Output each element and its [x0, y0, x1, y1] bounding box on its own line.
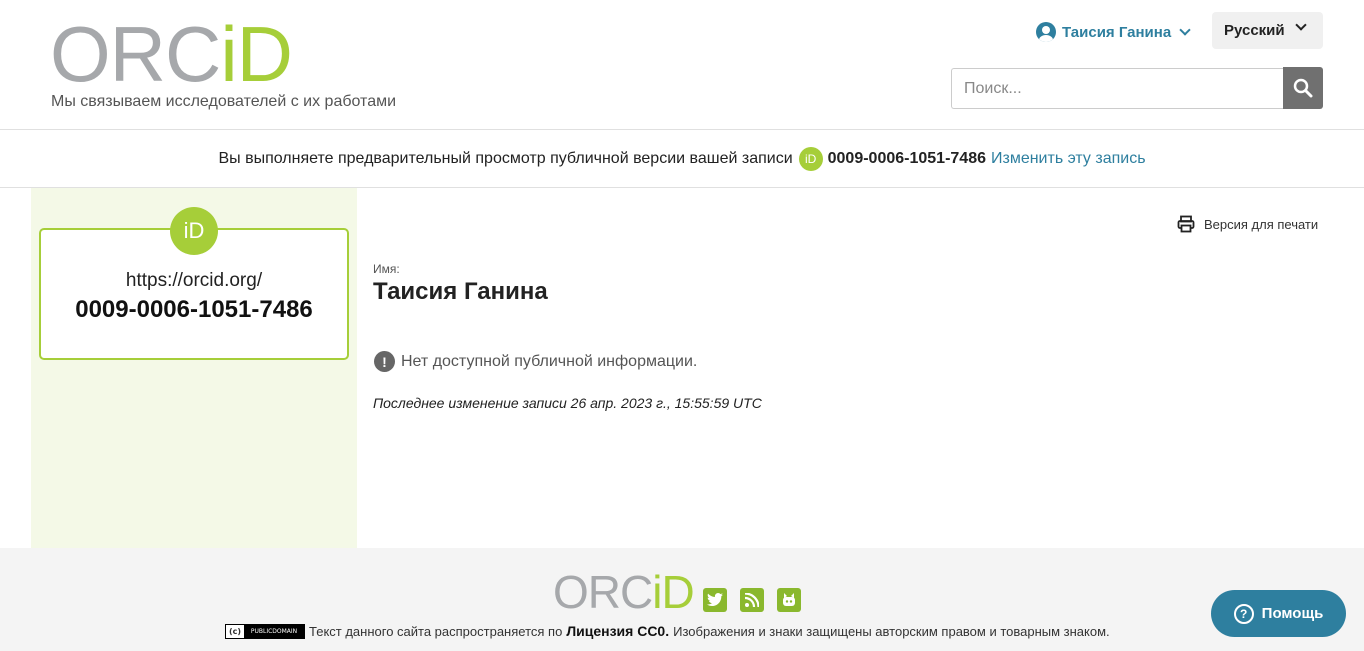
site-tagline: Мы связываем исследователей с их работам… — [51, 93, 397, 110]
preview-banner: Вы выполняете предварительный просмотр п… — [0, 131, 1364, 188]
chevron-down-icon — [1179, 24, 1191, 36]
help-label: Помощь — [1261, 605, 1324, 622]
language-value: Русский — [1224, 22, 1285, 39]
chevron-down-icon — [1295, 19, 1307, 31]
banner-orcid-id: 0009-0006-1051-7486 — [827, 150, 986, 167]
github-icon[interactable] — [777, 588, 801, 612]
footer-logo-id: iD — [652, 566, 694, 618]
user-name: Таисия Ганина — [1062, 23, 1172, 41]
cc0-label: PUBLICDOMAIN — [244, 624, 304, 638]
twitter-icon[interactable] — [703, 588, 727, 612]
cc0-glyph: (c) — [228, 626, 242, 636]
user-menu[interactable]: Таисия Ганина — [1036, 20, 1191, 44]
search-button[interactable] — [1283, 67, 1323, 109]
language-select[interactable]: Русский — [1212, 12, 1323, 49]
orcid-url: https://orcid.org/ — [125, 270, 263, 291]
license-prefix: Текст данного сайта распространяется по — [309, 623, 563, 639]
exclamation-icon: ! — [374, 351, 395, 372]
banner-text: Вы выполняете предварительный просмотр п… — [218, 150, 793, 167]
footer-orcid-logo[interactable]: ORCiD — [553, 569, 695, 615]
search-input[interactable] — [951, 68, 1284, 109]
site-footer: ORCiD (c) PUBLICDOMAIN Текст данного сай… — [0, 548, 1364, 651]
license-suffix: Изображения и знаки защищены авторским п… — [673, 623, 1110, 639]
search-icon — [1293, 78, 1313, 98]
help-button[interactable]: ? Помощь — [1211, 590, 1346, 637]
edit-record-link[interactable]: Изменить эту запись — [991, 150, 1146, 168]
logo-orc-text: ORC — [50, 10, 221, 98]
orcid-id-card: iD https://orcid.org/ 0009-0006-1051-748… — [39, 207, 349, 360]
cc0-badge-icon[interactable]: (c) PUBLICDOMAIN — [225, 623, 305, 639]
orcid-id-icon: iD — [798, 147, 823, 171]
site-header: ORCiD Мы связываем исследователей с их р… — [0, 0, 1364, 130]
license-notice: (c) PUBLICDOMAIN Текст данного сайта рас… — [225, 623, 1110, 639]
orcid-id-icon: iD — [170, 207, 218, 255]
user-avatar-icon — [1036, 22, 1056, 42]
print-label: Версия для печати — [1204, 216, 1319, 232]
orcid-logo[interactable]: ORCiD — [50, 15, 293, 93]
no-public-info-message: ! Нет доступной публичной информации. — [374, 351, 697, 372]
sidebar: iD https://orcid.org/ 0009-0006-1051-748… — [31, 188, 357, 548]
license-link[interactable]: Лицензия CC0. — [566, 623, 669, 639]
name-label: Имя: — [373, 262, 400, 276]
name-value: Таисия Ганина — [373, 278, 548, 305]
footer-logo-orc: ORC — [553, 566, 653, 618]
question-icon: ? — [1233, 603, 1254, 624]
print-version-link[interactable]: Версия для печати — [1177, 215, 1318, 233]
printer-icon — [1177, 215, 1195, 233]
rss-icon[interactable] — [740, 588, 764, 612]
last-modified-text: Последнее изменение записи 26 апр. 2023 … — [373, 395, 762, 411]
no-info-text: Нет доступной публичной информации. — [401, 352, 698, 370]
orcid-id-number: 0009-0006-1051-7486 — [75, 296, 313, 323]
logo-id-text: iD — [220, 10, 293, 98]
